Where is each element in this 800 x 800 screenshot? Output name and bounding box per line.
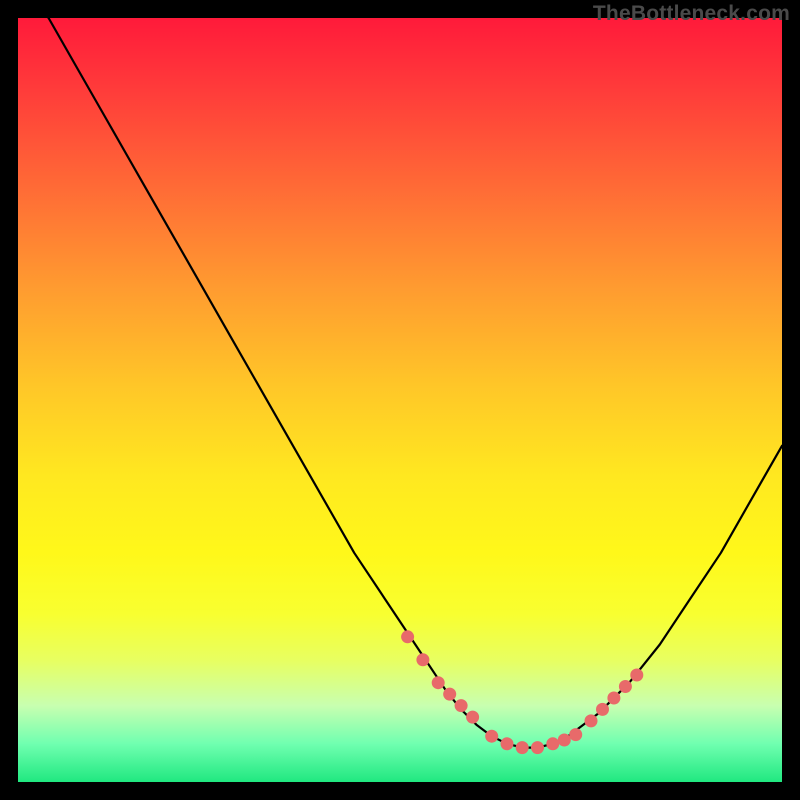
curve-marker [432,676,445,689]
curve-marker-group [401,630,643,754]
curve-marker [466,711,479,724]
curve-marker [501,737,514,750]
curve-marker [607,692,620,705]
chart-frame [18,18,782,782]
curve-marker [596,703,609,716]
bottleneck-curve [18,0,782,748]
curve-marker [630,669,643,682]
curve-marker [585,714,598,727]
chart-svg [18,18,782,782]
curve-marker [531,741,544,754]
watermark-text: TheBottleneck.com [593,2,790,26]
curve-marker [546,737,559,750]
curve-marker [416,653,429,666]
curve-marker [455,699,468,712]
curve-marker [401,630,414,643]
curve-marker [443,688,456,701]
curve-marker [619,680,632,693]
curve-marker [558,734,571,747]
curve-marker [569,728,582,741]
curve-marker [485,730,498,743]
curve-marker [516,741,529,754]
